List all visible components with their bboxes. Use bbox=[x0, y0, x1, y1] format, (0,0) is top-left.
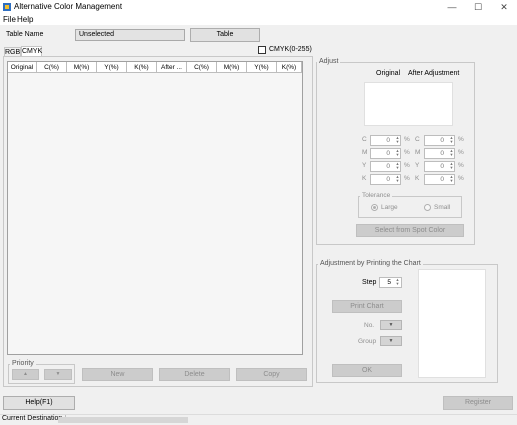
column-header[interactable]: M(%) bbox=[67, 62, 97, 73]
destination-redacted bbox=[58, 417, 188, 423]
percent-label: % bbox=[458, 149, 464, 156]
close-button[interactable]: ✕ bbox=[491, 0, 517, 14]
adjust-group-label: Adjust bbox=[317, 58, 341, 65]
after-c-spinner-icon[interactable]: ▲ ▼ bbox=[448, 136, 455, 145]
cmyk-range-label: CMYK(0-255) bbox=[269, 46, 312, 53]
print-chart-button[interactable]: Print Chart bbox=[332, 300, 402, 313]
column-header[interactable]: M(%) bbox=[217, 62, 247, 73]
after-k-spinner-icon[interactable]: ▲ ▼ bbox=[448, 175, 455, 184]
original-c-spinner-icon[interactable]: ▲ ▼ bbox=[394, 136, 401, 145]
y-label: Y bbox=[362, 162, 367, 169]
column-header[interactable]: Original bbox=[8, 62, 37, 73]
copy-button[interactable]: Copy bbox=[236, 368, 307, 381]
tolerance-label: Tolerance bbox=[360, 192, 393, 199]
table-button[interactable]: Table bbox=[190, 28, 260, 42]
after-adjustment-label: After Adjustment bbox=[408, 70, 460, 77]
m-label: M bbox=[415, 149, 421, 156]
priority-down-button[interactable]: ▼ bbox=[44, 369, 72, 380]
chart-adjust-label: Adjustment by Printing the Chart bbox=[318, 260, 423, 267]
c-label: C bbox=[415, 136, 420, 143]
delete-button[interactable]: Delete bbox=[159, 368, 230, 381]
tolerance-small-radio[interactable] bbox=[424, 204, 431, 211]
percent-label: % bbox=[458, 175, 464, 182]
original-y-spinner-icon[interactable]: ▲ ▼ bbox=[394, 162, 401, 171]
after-y-spinner-icon[interactable]: ▲ ▼ bbox=[448, 162, 455, 171]
no-select[interactable]: ▼ bbox=[380, 320, 402, 330]
table-name-field: Unselected bbox=[75, 29, 185, 41]
original-k-spinner-icon[interactable]: ▲ ▼ bbox=[394, 175, 401, 184]
select-from-spot-color-button[interactable]: Select from Spot Color bbox=[356, 224, 464, 237]
current-destination-label: Current Destination bbox=[2, 415, 67, 422]
priority-up-button[interactable]: ▲ bbox=[12, 369, 39, 380]
step-spinner-icon[interactable]: ▲ ▼ bbox=[394, 278, 401, 287]
table-name-label: Table Name bbox=[6, 31, 44, 38]
after-m-spinner-icon[interactable]: ▲ ▼ bbox=[448, 149, 455, 158]
original-label: Original bbox=[376, 70, 401, 77]
menu-bar bbox=[0, 14, 517, 25]
cmyk-range-checkbox[interactable] bbox=[258, 46, 266, 54]
column-header[interactable]: K(%) bbox=[277, 62, 302, 73]
percent-label: % bbox=[458, 136, 464, 143]
percent-label: % bbox=[404, 149, 410, 156]
color-preview bbox=[364, 82, 453, 126]
group-select[interactable]: ▼ bbox=[380, 336, 402, 346]
k-label: K bbox=[362, 175, 367, 182]
y-label: Y bbox=[415, 162, 420, 169]
tolerance-large-radio[interactable] bbox=[371, 204, 378, 211]
register-button[interactable]: Register bbox=[443, 396, 513, 410]
percent-label: % bbox=[458, 162, 464, 169]
column-header[interactable]: Y(%) bbox=[247, 62, 277, 73]
priority-label: Priority bbox=[10, 360, 36, 367]
percent-label: % bbox=[404, 136, 410, 143]
percent-label: % bbox=[404, 162, 410, 169]
tolerance-large-label: Large bbox=[381, 204, 398, 211]
tolerance-small-label: Small bbox=[434, 204, 451, 211]
help-button[interactable]: Help(F1) bbox=[3, 396, 75, 410]
k-label: K bbox=[415, 175, 420, 182]
column-header[interactable]: After ... bbox=[157, 62, 187, 73]
maximize-button[interactable]: ☐ bbox=[465, 0, 491, 14]
radio-selected-dot-icon bbox=[373, 206, 376, 209]
m-label: M bbox=[362, 149, 368, 156]
original-m-spinner-icon[interactable]: ▲ ▼ bbox=[394, 149, 401, 158]
color-table-list[interactable]: Original C(%) M(%) Y(%) K(%) After ... C… bbox=[7, 61, 303, 355]
column-header[interactable]: K(%) bbox=[127, 62, 157, 73]
menu-help[interactable]: Help bbox=[17, 15, 33, 24]
percent-label: % bbox=[404, 175, 410, 182]
c-label: C bbox=[362, 136, 367, 143]
column-header[interactable]: C(%) bbox=[37, 62, 67, 73]
step-label: Step bbox=[362, 279, 377, 286]
column-header[interactable]: C(%) bbox=[187, 62, 217, 73]
group-label: Group bbox=[358, 338, 377, 345]
no-label: No. bbox=[364, 322, 375, 329]
window-title: Alternative Color Management bbox=[14, 2, 123, 11]
menu-file[interactable]: File bbox=[3, 15, 16, 24]
column-header[interactable]: Y(%) bbox=[97, 62, 127, 73]
new-button[interactable]: New bbox=[82, 368, 153, 381]
ok-button[interactable]: OK bbox=[332, 364, 402, 377]
minimize-button[interactable]: — bbox=[439, 0, 465, 14]
chart-preview bbox=[418, 269, 486, 378]
app-icon bbox=[3, 3, 11, 11]
